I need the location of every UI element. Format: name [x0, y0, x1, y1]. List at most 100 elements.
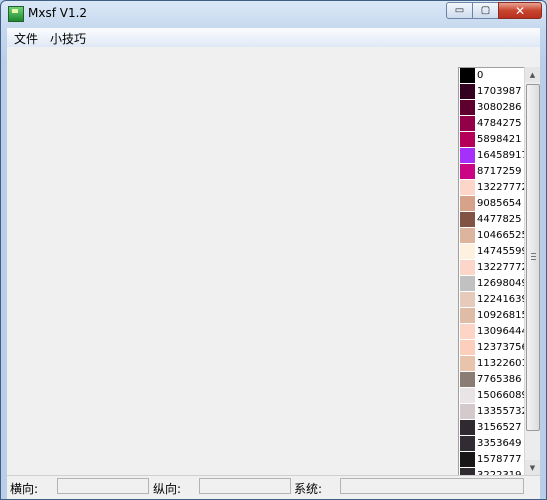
color-swatch [460, 164, 475, 179]
color-swatch [460, 228, 475, 243]
color-swatch [460, 388, 475, 403]
maximize-button[interactable]: ▢ [472, 2, 499, 19]
color-swatch [460, 116, 475, 131]
palette-row[interactable]: 12373756 [459, 340, 525, 356]
palette-row[interactable]: 5898421 [459, 132, 525, 148]
palette-row[interactable]: 11322601 [459, 356, 525, 372]
color-value-label: 13227772 [477, 262, 525, 273]
menu-item-file[interactable]: 文件 [14, 30, 38, 47]
palette-row[interactable]: 16458917 [459, 148, 525, 164]
palette-row[interactable]: 13096444 [459, 324, 525, 340]
menu-bar: 文件 小技巧 [7, 28, 540, 48]
close-button[interactable]: ✕ [498, 2, 542, 19]
color-swatch [460, 420, 475, 435]
color-value-label: 8717259 [477, 166, 522, 177]
vertical-label: 纵向: [153, 482, 182, 496]
palette-row[interactable]: 3156527 [459, 420, 525, 436]
palette-row[interactable]: 8717259 [459, 164, 525, 180]
color-value-label: 9085654 [477, 198, 522, 209]
color-swatch [460, 132, 475, 147]
color-value-label: 13096444 [477, 326, 525, 337]
grip-line [531, 253, 536, 254]
palette-row[interactable]: 14745599 [459, 244, 525, 260]
color-swatch [460, 100, 475, 115]
horizontal-field [57, 478, 149, 494]
color-swatch [460, 276, 475, 291]
color-value-label: 7765386 [477, 374, 522, 385]
palette-row[interactable]: 4784275 [459, 116, 525, 132]
color-value-label: 3353649 [477, 438, 522, 449]
color-swatch [460, 292, 475, 307]
palette-row[interactable]: 12241639 [459, 292, 525, 308]
palette-row[interactable]: 12698049 [459, 276, 525, 292]
title-bar[interactable]: Mxsf V1.2 ▭ ▢ ✕ [1, 1, 546, 27]
menu-item-tips[interactable]: 小技巧 [50, 30, 86, 47]
palette-row[interactable]: 0 [459, 68, 525, 84]
color-value-label: 4477825 [477, 214, 522, 225]
palette-row[interactable]: 13227772 [459, 260, 525, 276]
color-swatch [460, 196, 475, 211]
color-swatch [460, 340, 475, 355]
app-window: Mxsf V1.2 ▭ ▢ ✕ 文件 小技巧 0 1703987 3080286 47… [0, 0, 547, 500]
color-swatch [460, 68, 475, 83]
color-value-label: 15066089 [477, 390, 525, 401]
palette-row[interactable]: 13355732 [459, 404, 525, 420]
color-value-label: 12241639 [477, 294, 525, 305]
scroll-down-arrow-icon[interactable]: ▼ [525, 460, 540, 475]
color-swatch [460, 324, 475, 339]
color-swatch [460, 212, 475, 227]
color-swatch [460, 84, 475, 99]
color-swatch [460, 308, 475, 323]
palette-row[interactable]: 1703987 [459, 84, 525, 100]
palette-row[interactable]: 7765386 [459, 372, 525, 388]
color-swatch [460, 372, 475, 387]
color-swatch [460, 436, 475, 451]
color-value-label: 13227772 [477, 182, 525, 193]
system-label: 系统: [294, 482, 323, 496]
color-value-label: 5898421 [477, 134, 522, 145]
color-swatch [460, 180, 475, 195]
color-swatch [460, 148, 475, 163]
palette-row[interactable]: 3353649 [459, 436, 525, 452]
color-value-label: 1703987 [477, 86, 522, 97]
color-palette-list[interactable]: 0 1703987 3080286 4784275 5898421 16458917 871… [458, 67, 525, 476]
color-value-label: 4784275 [477, 118, 522, 129]
palette-row[interactable]: 15066089 [459, 388, 525, 404]
status-bar: 横向: 纵向: 系统: [7, 475, 540, 499]
palette-row[interactable]: 10926815 [459, 308, 525, 324]
scroll-up-arrow-icon[interactable]: ▲ [525, 67, 540, 82]
color-swatch [460, 260, 475, 275]
palette-row[interactable]: 4477825 [459, 212, 525, 228]
color-value-label: 0 [477, 70, 484, 81]
color-value-label: 3156527 [477, 422, 522, 433]
system-field [340, 478, 524, 494]
minimize-button[interactable]: ▭ [446, 2, 473, 19]
color-swatch [460, 356, 475, 371]
color-value-label: 10926815 [477, 310, 525, 321]
color-value-label: 14745599 [477, 246, 525, 257]
color-value-label: 12373756 [477, 342, 525, 353]
color-value-label: 1578777 [477, 454, 522, 465]
color-swatch [460, 452, 475, 467]
grip-line [531, 259, 536, 260]
app-icon [8, 6, 24, 22]
palette-row[interactable]: 1578777 [459, 452, 525, 468]
horizontal-label: 横向: [10, 482, 39, 496]
color-swatch [460, 404, 475, 419]
color-swatch [460, 244, 475, 259]
color-value-label: 16458917 [477, 150, 525, 161]
color-value-label: 10466525 [477, 230, 525, 241]
palette-scrollbar[interactable]: ▲ ▼ [524, 67, 540, 475]
color-value-label: 13355732 [477, 406, 525, 417]
color-value-label: 11322601 [477, 358, 525, 369]
vertical-field [199, 478, 291, 494]
scroll-thumb[interactable] [526, 84, 540, 431]
size-grip [524, 476, 539, 499]
palette-row[interactable]: 13227772 [459, 180, 525, 196]
color-value-label: 3080286 [477, 102, 522, 113]
palette-row[interactable]: 9085654 [459, 196, 525, 212]
canvas-area[interactable]: 0 1703987 3080286 4784275 5898421 16458917 871… [7, 47, 540, 476]
window-title: Mxsf V1.2 [28, 6, 88, 20]
palette-row[interactable]: 10466525 [459, 228, 525, 244]
palette-row[interactable]: 3080286 [459, 100, 525, 116]
